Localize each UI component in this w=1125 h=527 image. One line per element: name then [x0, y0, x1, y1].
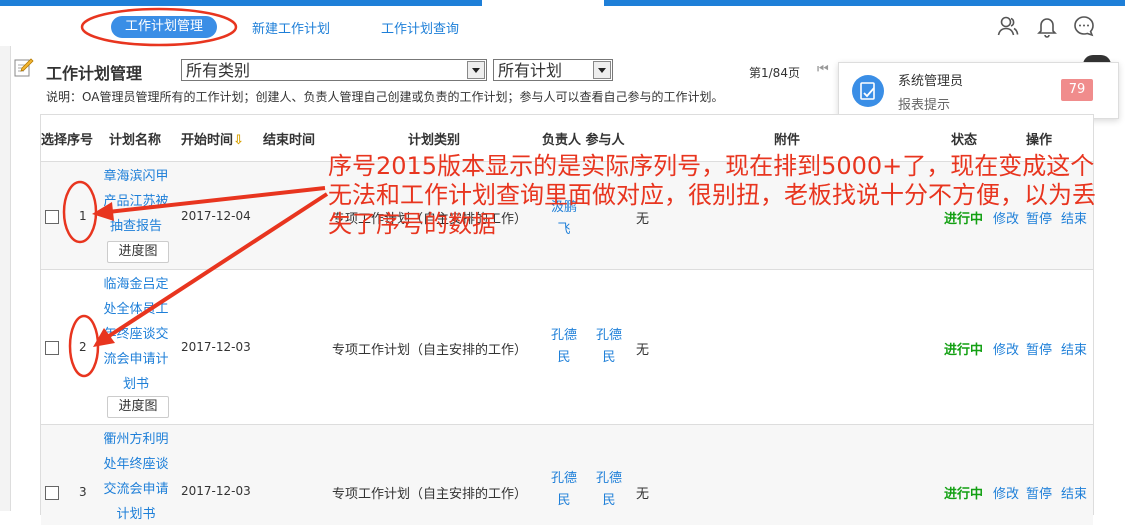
header-select-seq: 选择序号 [41, 133, 94, 148]
participant-link[interactable]: 孔德民 [592, 468, 626, 512]
page-title: 工作计划管理 [46, 64, 143, 83]
table-row: 2 临海金吕定 处全体员工 年终座谈交 流会申请计 划书 进度图 2017-12… [41, 269, 1093, 425]
pause-link[interactable]: 暂停 [1026, 483, 1052, 502]
sort-down-icon: ⇩ [233, 133, 244, 148]
table-row: 3 衢州方利明 处年终座谈 交流会申请 计划书 2017-12-03 专项工作计… [41, 424, 1093, 525]
header-owner-participant: 负责人 参与人 [542, 133, 625, 148]
row-seq: 1 [79, 209, 87, 223]
user-icon[interactable] [996, 14, 1020, 38]
owner-link[interactable]: 孔德民 [547, 325, 581, 369]
header-ops: 操作 [1026, 133, 1053, 148]
plan-category: 专项工作计划（自主安排的工作） [332, 487, 528, 502]
tab-new-plan[interactable]: 新建工作计划 [252, 18, 330, 37]
report-icon [852, 75, 884, 107]
header-end-time[interactable]: 结束时间 [263, 129, 315, 148]
progress-chart-button[interactable]: 进度图 [107, 241, 169, 263]
start-date: 2017-12-03 [181, 340, 251, 354]
plan-select[interactable]: 所有计划 [493, 59, 613, 81]
participant-link[interactable]: 孔德民 [592, 325, 626, 369]
chevron-down-icon[interactable] [467, 61, 485, 79]
header-category: 计划类别 [408, 133, 461, 148]
annotation-text: 序号2015版本显示的是实际序列号，现在排到5000+了，现在变成这个无法和工作… [328, 152, 1096, 238]
edit-link[interactable]: 修改 [993, 483, 1019, 502]
start-date: 2017-12-03 [181, 484, 251, 498]
end-link[interactable]: 结束 [1061, 339, 1087, 358]
row-seq: 2 [79, 340, 87, 354]
end-link[interactable]: 结束 [1061, 483, 1087, 502]
status-badge: 进行中 [944, 487, 984, 502]
row-checkbox[interactable] [45, 486, 59, 500]
notification-sender: 系统管理员 [898, 74, 964, 89]
pause-link[interactable]: 暂停 [1026, 339, 1052, 358]
chevron-down-icon[interactable] [593, 61, 611, 79]
row-checkbox[interactable] [45, 210, 59, 224]
header-start-time[interactable]: 开始时间⇩ [181, 129, 244, 148]
attachment: 无 [636, 343, 650, 358]
plan-select-value: 所有计划 [498, 61, 563, 80]
header-attachment: 附件 [774, 133, 801, 148]
first-page-icon[interactable]: ⏮ [817, 62, 829, 77]
top-nav: 工作计划管理 新建工作计划 工作计划查询 [0, 6, 1125, 46]
row-checkbox[interactable] [45, 341, 59, 355]
notification-count-badge: 79 [1061, 79, 1093, 101]
plan-name-link[interactable]: 衢州方利明 处年终座谈 交流会申请 计划书 [99, 427, 173, 527]
header-name[interactable]: 计划名称 [109, 129, 161, 148]
plan-category: 专项工作计划（自主安排的工作） [332, 343, 528, 358]
edit-link[interactable]: 修改 [993, 339, 1019, 358]
bell-icon[interactable] [1035, 14, 1059, 38]
start-date: 2017-12-04 [181, 209, 251, 223]
page-info: 第1/84页 [749, 66, 800, 80]
page-description: 说明：OA管理员管理所有的工作计划；创建人、负责人管理自己创建或负责的工作计划；… [46, 90, 724, 104]
plan-name-link[interactable]: 临海金吕定 处全体员工 年终座谈交 流会申请计 划书 [99, 272, 173, 397]
notification-popup[interactable]: 系统管理员 报表提示 79 [838, 62, 1119, 119]
plan-name-link[interactable]: 章海滨闪甲 产品江苏被 抽查报告 [99, 164, 173, 239]
attachment: 无 [636, 487, 650, 502]
category-select-value: 所有类别 [186, 61, 251, 80]
tab-plan-query[interactable]: 工作计划查询 [381, 18, 459, 37]
row-seq: 3 [79, 485, 87, 499]
tab-plan-management[interactable]: 工作计划管理 [111, 16, 217, 38]
category-select[interactable]: 所有类别 [181, 59, 487, 81]
progress-chart-button[interactable]: 进度图 [107, 396, 169, 418]
chat-icon[interactable] [1072, 14, 1096, 38]
page-edit-icon [14, 58, 34, 77]
owner-link[interactable]: 孔德民 [547, 468, 581, 512]
left-sidebar-edge [0, 46, 11, 511]
notification-subtitle: 报表提示 [898, 98, 951, 113]
header-status: 状态 [951, 133, 978, 148]
status-badge: 进行中 [944, 343, 984, 358]
